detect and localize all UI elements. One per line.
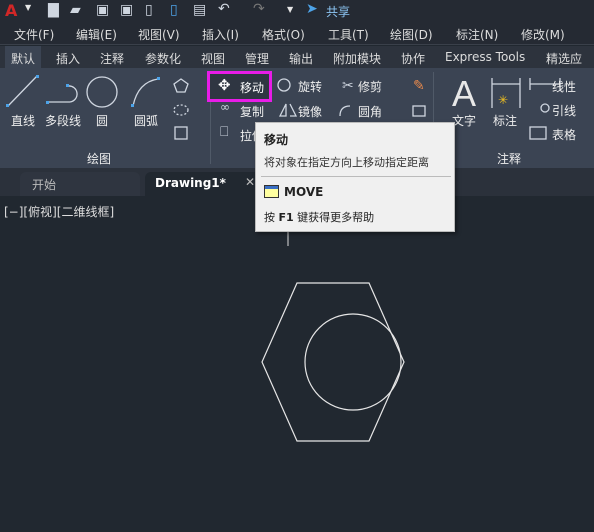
hexagon — [261, 282, 405, 442]
plot-icon[interactable]: ▤ — [193, 2, 206, 18]
circle — [304, 313, 402, 411]
tab-parametric[interactable]: 参数化 — [139, 50, 187, 67]
menu-bar: 文件(F) 编辑(E) 视图(V) 插入(I) 格式(O) 工具(T) 绘图(D… — [0, 22, 594, 45]
tooltip-title: 移动 — [264, 133, 289, 147]
hatch-icon — [174, 126, 188, 140]
menu-dimension[interactable]: 标注(N) — [456, 26, 498, 43]
drawing-canvas[interactable]: [−][俯视][二维线框] — [0, 196, 594, 532]
save-as-icon[interactable]: ▣ — [120, 2, 133, 18]
redo-icon[interactable]: ↷ — [253, 1, 265, 17]
tool-table[interactable]: 表格 — [552, 126, 576, 143]
menu-tools[interactable]: 工具(T) — [328, 26, 369, 43]
save-web-icon[interactable]: ▯ — [170, 2, 178, 18]
fillet-icon — [339, 105, 351, 117]
ribbon-tabs: 默认 插入 注释 参数化 视图 管理 输出 附加模块 协作 Express To… — [0, 46, 594, 83]
menu-view[interactable]: 视图(V) — [138, 26, 180, 43]
tab-annotate[interactable]: 注释 — [94, 50, 130, 67]
tab-collaborate[interactable]: 协作 — [395, 50, 431, 67]
copy-icon: ∞ — [220, 100, 230, 114]
menu-modify[interactable]: 修改(M) — [521, 26, 565, 43]
arc-icon — [132, 78, 159, 107]
tool-trim[interactable]: 修剪 — [358, 78, 382, 95]
tab-output[interactable]: 输出 — [283, 50, 319, 67]
rotate-icon — [277, 78, 291, 92]
polyline-icon — [48, 85, 78, 103]
command-icon — [264, 185, 279, 198]
menu-edit[interactable]: 编辑(E) — [76, 26, 117, 43]
tool-text[interactable]: 文字 — [452, 112, 476, 129]
tool-copy[interactable]: 复制 — [240, 103, 264, 120]
close-icon[interactable]: ✕ — [245, 175, 255, 189]
tool-mirror[interactable]: 镜像 — [298, 103, 322, 120]
new-icon[interactable]: ▇ — [48, 2, 59, 18]
tool-fillet[interactable]: 圆角 — [358, 103, 382, 120]
chevron-down-icon[interactable]: ▼ — [25, 3, 31, 12]
autocad-logo-icon[interactable]: A — [5, 1, 17, 20]
drawing — [261, 228, 405, 442]
menu-draw[interactable]: 绘图(D) — [390, 26, 433, 43]
tab-start[interactable]: 开始 — [20, 172, 140, 196]
ellipse-icon — [173, 104, 189, 116]
tooltip-command: MOVE — [284, 185, 324, 199]
tool-leader[interactable]: 引线 — [552, 102, 576, 119]
dim-burst-icon: ✳ — [498, 93, 508, 107]
quick-access-toolbar: A ▼ ▇ ▰ ▣ ▣ ▯ ▯ ▤ ↶ ↷ ▼ ➤ 共享 — [0, 0, 594, 22]
tab-default[interactable]: 默认 — [5, 46, 42, 68]
tool-dimension[interactable]: 标注 — [493, 112, 517, 129]
move-icon: ✥ — [218, 76, 231, 94]
tooltip-help: 按 F1 键获得更多帮助 — [264, 211, 375, 224]
tab-insert[interactable]: 插入 — [50, 50, 86, 67]
tab-express-tools[interactable]: Express Tools — [439, 50, 531, 64]
trim-icon: ✂ — [342, 78, 354, 94]
customize-icon[interactable]: ▼ — [287, 5, 293, 14]
tool-polyline[interactable]: 多段线 — [45, 112, 81, 129]
circle-icon — [86, 76, 118, 108]
draw-panel-title[interactable]: 绘图 — [87, 150, 111, 167]
mirror-icon — [278, 103, 298, 117]
array-icon — [412, 105, 426, 117]
move-button[interactable]: ✥ 移动 — [207, 71, 272, 102]
tool-rotate[interactable]: 旋转 — [298, 78, 322, 95]
tab-addins[interactable]: 附加模块 — [327, 50, 387, 67]
divider — [261, 176, 451, 177]
leader-icon — [540, 103, 550, 113]
open-icon[interactable]: ▰ — [70, 2, 81, 18]
tooltip-description: 将对象在指定方向上移动指定距离 — [264, 156, 429, 169]
erase-icon: ✎ — [413, 78, 425, 94]
menu-format[interactable]: 格式(O) — [262, 26, 305, 43]
tab-view[interactable]: 视图 — [195, 50, 231, 67]
move-label: 移动 — [240, 81, 265, 95]
menu-insert[interactable]: 插入(I) — [202, 26, 239, 43]
tab-manage[interactable]: 管理 — [239, 50, 275, 67]
text-icon: A — [452, 73, 476, 114]
share-icon[interactable]: ➤ — [306, 1, 318, 17]
tool-linear[interactable]: 线性 — [552, 78, 576, 95]
open-web-icon[interactable]: ▯ — [145, 2, 153, 18]
annotation-panel-title[interactable]: 注释 — [497, 150, 521, 167]
move-tooltip: 移动 将对象在指定方向上移动指定距离 MOVE 按 F1 键获得更多帮助 — [255, 122, 455, 232]
tool-line[interactable]: 直线 — [11, 112, 35, 129]
undo-icon[interactable]: ↶ — [218, 1, 230, 17]
line-icon — [7, 75, 38, 107]
table-icon — [529, 126, 547, 140]
share-button[interactable]: 共享 — [326, 3, 350, 20]
tool-circle[interactable]: 圆 — [96, 112, 108, 129]
save-icon[interactable]: ▣ — [96, 2, 109, 18]
stretch-icon: ⎕ — [220, 124, 229, 140]
polygon-icon — [173, 78, 189, 93]
tab-drawing1[interactable]: Drawing1* ✕ — [145, 172, 265, 196]
menu-file[interactable]: 文件(F) — [14, 26, 54, 43]
tool-arc[interactable]: 圆弧 — [134, 112, 158, 129]
